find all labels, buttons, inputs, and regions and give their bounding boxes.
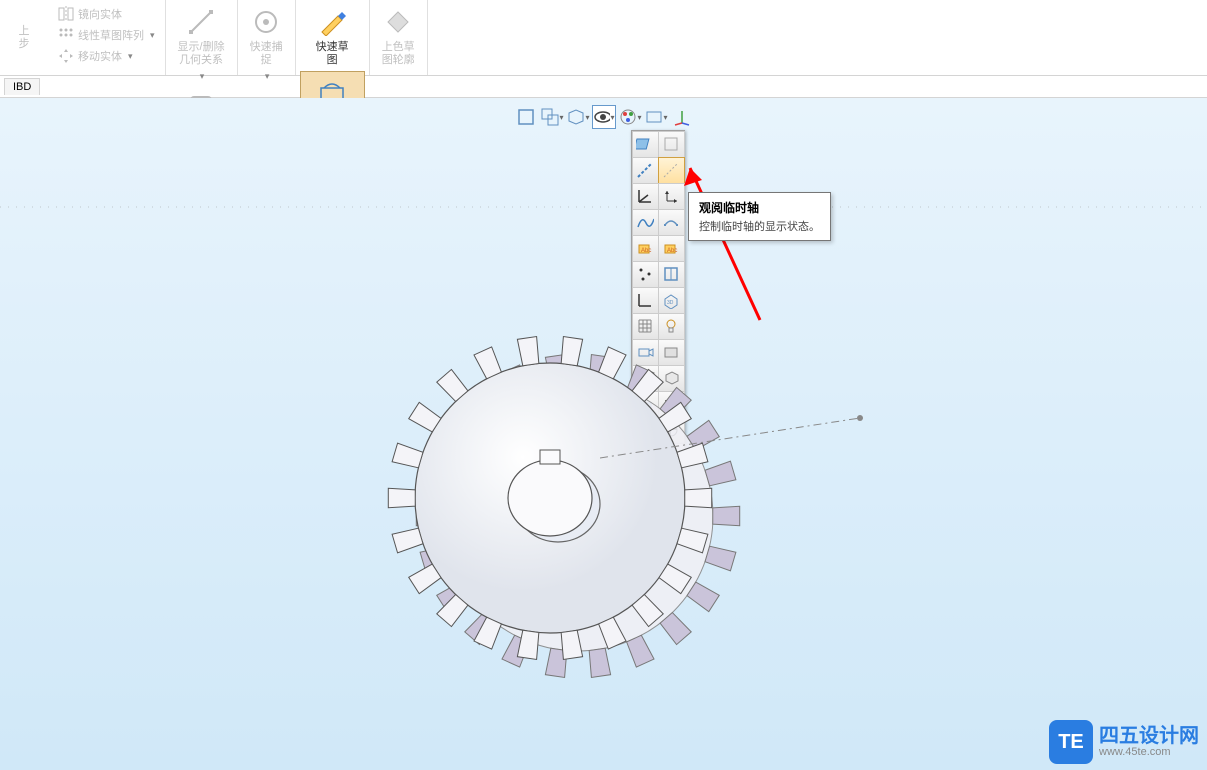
quick-sketch-button[interactable]: 快速草 图 xyxy=(308,2,357,71)
mirror-entity-button[interactable]: 镜向实体 xyxy=(54,4,126,24)
watermark-badge: TE xyxy=(1049,720,1093,764)
section-view-button[interactable]: ▾ xyxy=(566,105,590,129)
pattern-icon xyxy=(58,27,74,43)
quick-snap-button[interactable]: 快速捕 捉▾ xyxy=(242,2,291,87)
shaded-sketch-button[interactable]: 上色草 图轮廓 xyxy=(374,2,423,71)
temp-axis-line xyxy=(600,408,880,468)
ruler xyxy=(0,206,1207,208)
zoom-fit-button[interactable] xyxy=(514,105,538,129)
view-axes-button[interactable] xyxy=(632,157,659,184)
annotation-arrow xyxy=(678,160,778,340)
heads-up-toolbar: ▾ ▾ ▾ ▾ ▾ xyxy=(514,105,694,129)
move-entity-button[interactable]: 移动实体▾ xyxy=(54,46,137,66)
tooltip: 观阅临时轴 控制临时轴的显示状态。 xyxy=(688,192,831,241)
triad-button[interactable] xyxy=(670,105,694,129)
view-3dsketch-button[interactable]: Abc xyxy=(632,235,659,262)
scene-button[interactable]: ▾ xyxy=(644,105,668,129)
show-delete-relations-button[interactable]: 显示/删除 几何关系▾ xyxy=(170,2,233,87)
ribbon-toolbar: 上 步 镜向实体 线性草图阵列▾ 移动实体▾ 显示/删除 几何关系▾ 修复草 图 xyxy=(0,0,1207,76)
svg-text:Abc: Abc xyxy=(641,248,651,254)
viewport-3d[interactable]: ▾ ▾ ▾ ▾ ▾ Abc Abc xyxy=(0,98,1207,770)
linear-pattern-button[interactable]: 线性草图阵列▾ xyxy=(54,25,159,45)
view-curves-button[interactable] xyxy=(632,209,659,236)
svg-text:Abc: Abc xyxy=(667,248,677,254)
snap-icon xyxy=(252,8,280,36)
tooltip-body: 控制临时轴的显示状态。 xyxy=(699,218,820,234)
watermark-url: www.45te.com xyxy=(1099,746,1199,758)
view-points-button[interactable] xyxy=(632,261,659,288)
watermark: TE 四五设计网 www.45te.com xyxy=(1049,720,1199,764)
shaded-icon xyxy=(384,8,412,36)
mirror-icon xyxy=(58,6,74,22)
view-origins-button[interactable] xyxy=(632,183,659,210)
appearance-button[interactable]: ▾ xyxy=(618,105,642,129)
gear-model[interactable] xyxy=(380,298,760,718)
zoom-area-button[interactable]: ▾ xyxy=(540,105,564,129)
relations-icon xyxy=(187,8,215,36)
ribbon-step-button[interactable]: 上 步 xyxy=(0,0,48,75)
tooltip-title: 观阅临时轴 xyxy=(699,199,820,216)
move-icon xyxy=(58,48,74,64)
view-visibility-button[interactable]: ▾ xyxy=(592,105,616,129)
watermark-text: 四五设计网 xyxy=(1099,726,1199,746)
tab-ibd[interactable]: IBD xyxy=(4,78,40,95)
view-planes-button[interactable] xyxy=(632,131,659,158)
view-live-section-button[interactable] xyxy=(658,131,685,158)
sketch-icon xyxy=(318,8,346,36)
